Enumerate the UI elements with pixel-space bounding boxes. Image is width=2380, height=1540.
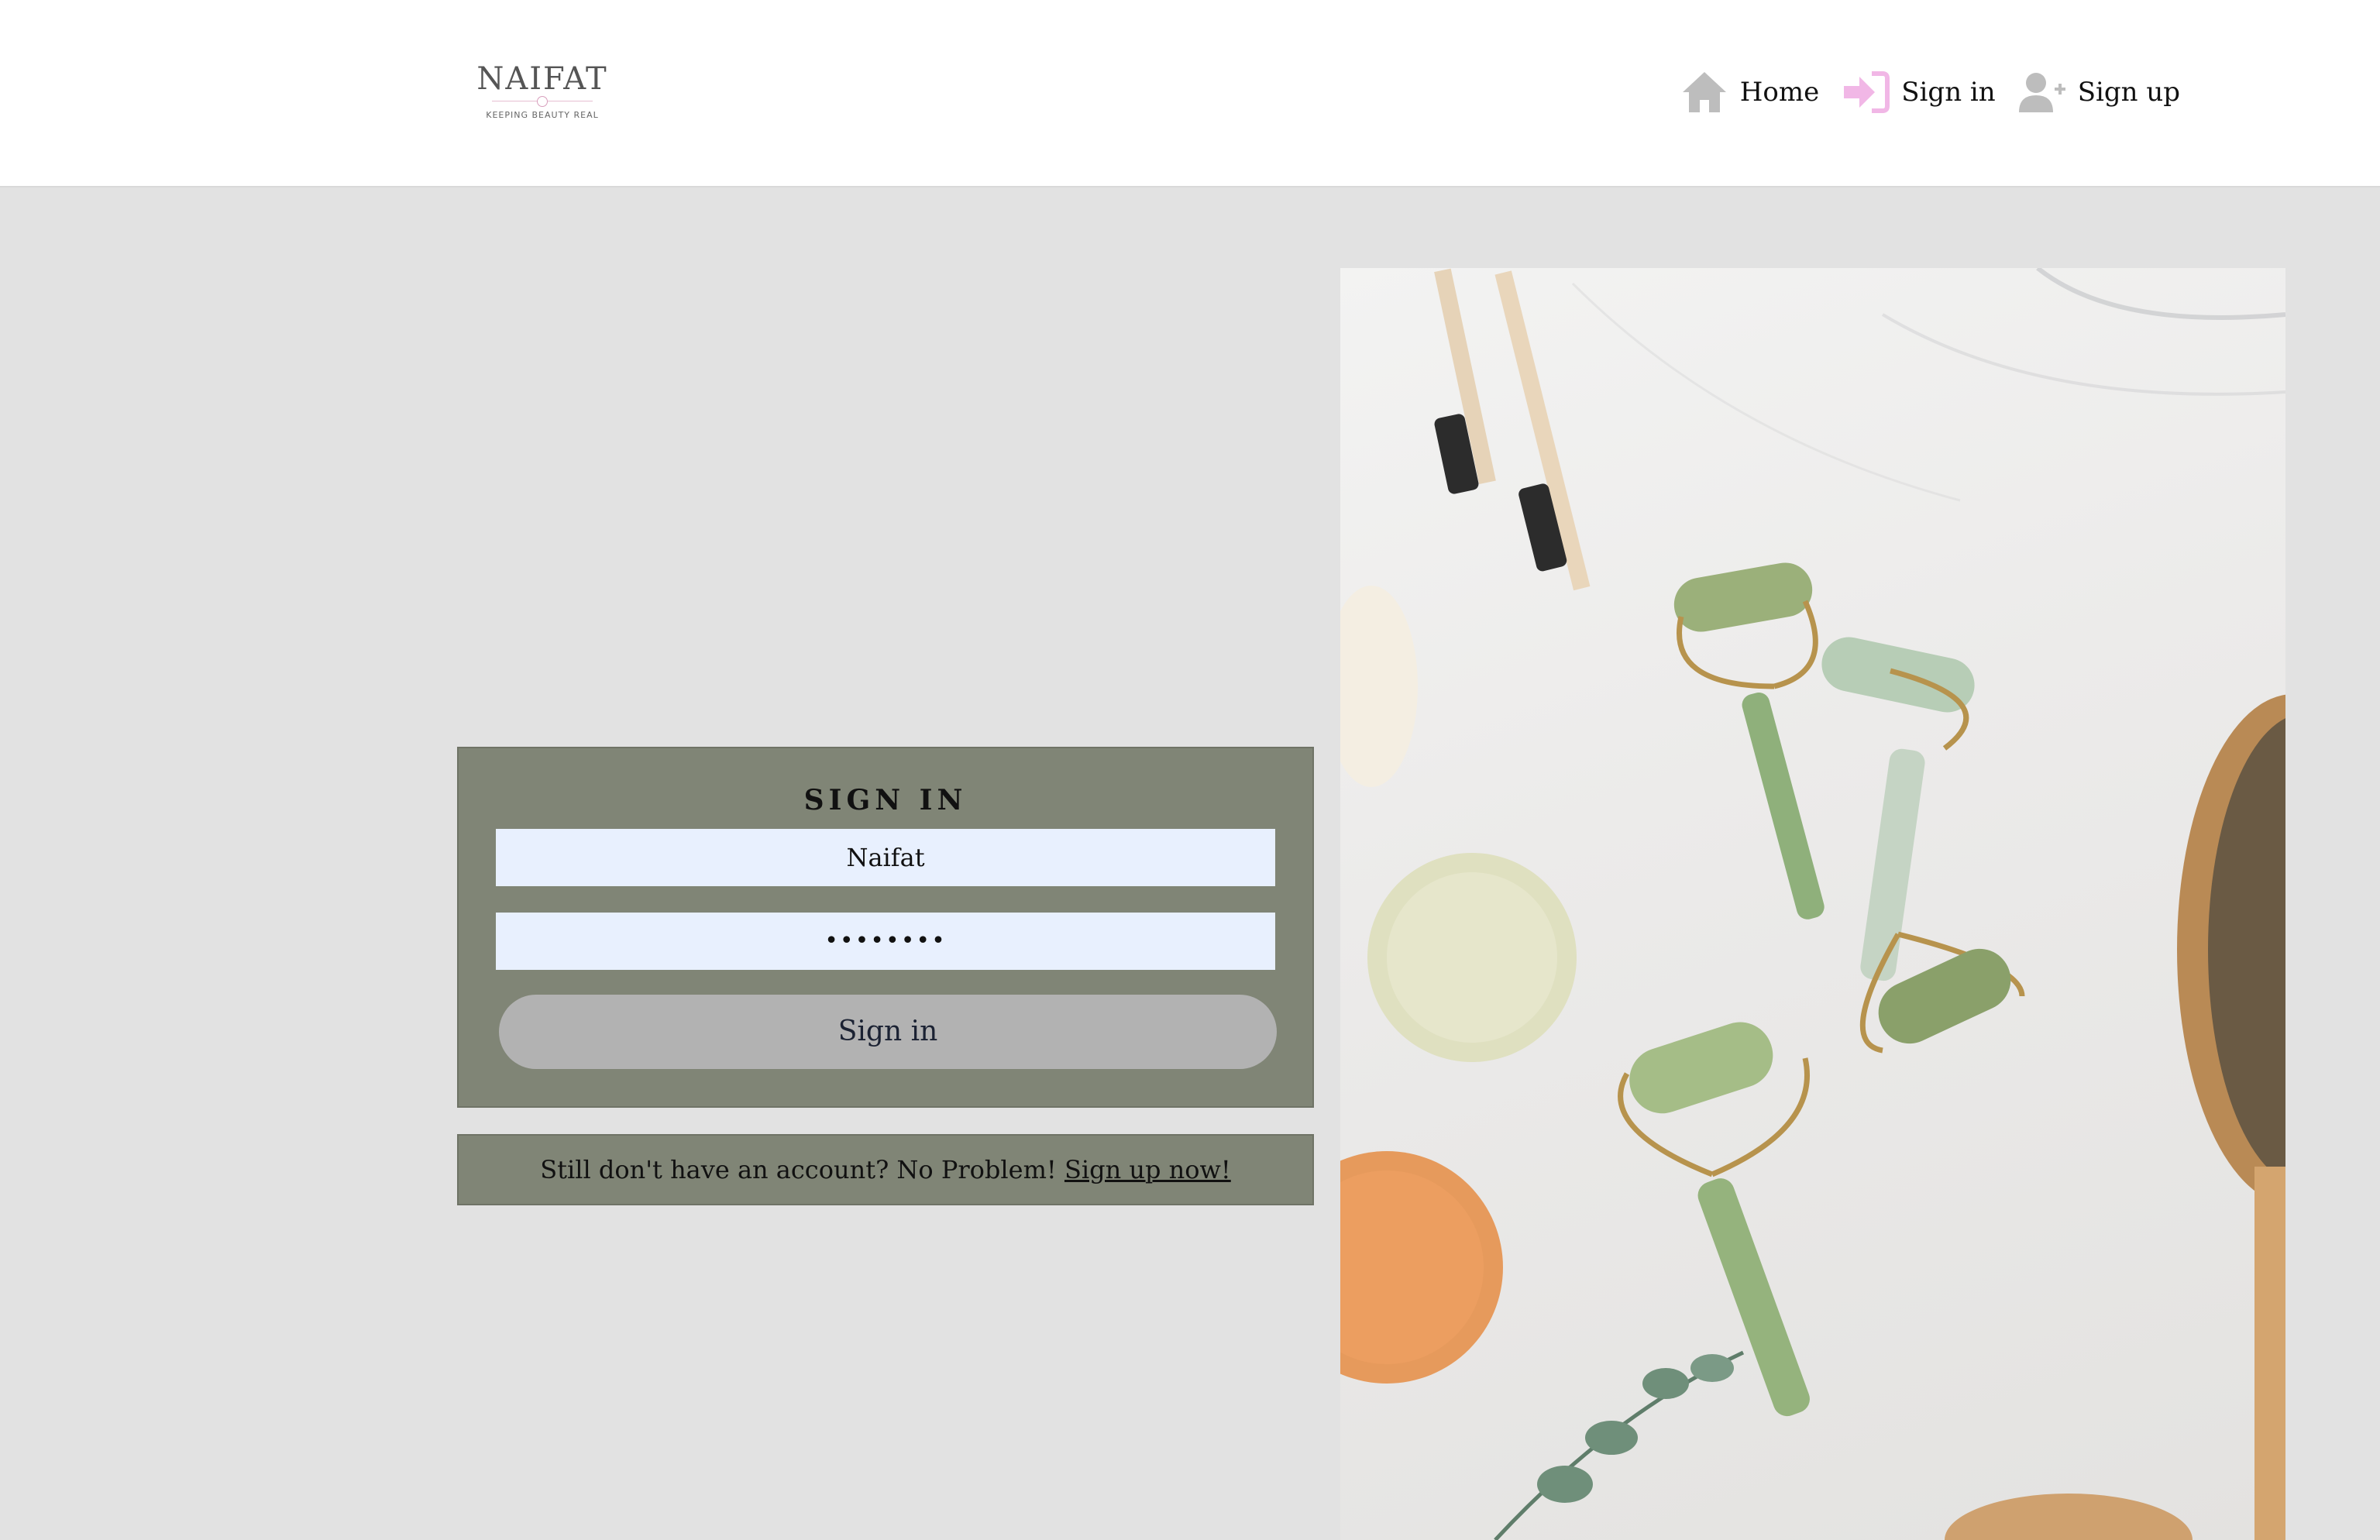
main-nav: Home Sign in Sign up [1680, 67, 2180, 118]
nav-sign-in[interactable]: Sign in [1841, 69, 1996, 115]
sign-in-title: SIGN IN [803, 784, 968, 816]
sign-in-button[interactable]: Sign in [499, 995, 1277, 1069]
logo-tagline: KEEPING BEAUTY REAL [486, 110, 599, 120]
home-icon [1682, 72, 1726, 112]
username-field[interactable]: Naifat [496, 829, 1275, 886]
photo-illustration [1340, 268, 2285, 1540]
sign-in-panel: SIGN IN Naifat •••••••• Sign in [457, 747, 1314, 1108]
logo-wordmark: NAIFAT [476, 61, 608, 97]
sign-up-prompt: Still don't have an account? No Problem!… [457, 1134, 1314, 1205]
beauty-products-photo [1340, 268, 2285, 1540]
logo-flower-icon [476, 96, 608, 107]
add-user-icon [2018, 73, 2065, 112]
nav-sign-up[interactable]: Sign up [2017, 69, 2180, 115]
naifat-logo[interactable]: NAIFAT KEEPING BEAUTY REAL [476, 62, 608, 124]
nav-sign-up-label: Sign up [2077, 77, 2180, 108]
sign-up-prompt-text: Still don't have an account? No Problem! [540, 1155, 1064, 1184]
sign-in-icon [1844, 71, 1890, 113]
password-field[interactable]: •••••••• [496, 913, 1275, 970]
sign-up-now-link[interactable]: Sign up now! [1064, 1155, 1231, 1184]
nav-sign-in-label: Sign in [1901, 77, 1996, 108]
nav-home-label: Home [1739, 77, 1820, 108]
top-navigation-bar: NAIFAT KEEPING BEAUTY REAL Home Sign in [0, 0, 2380, 187]
nav-home[interactable]: Home [1680, 69, 1819, 115]
